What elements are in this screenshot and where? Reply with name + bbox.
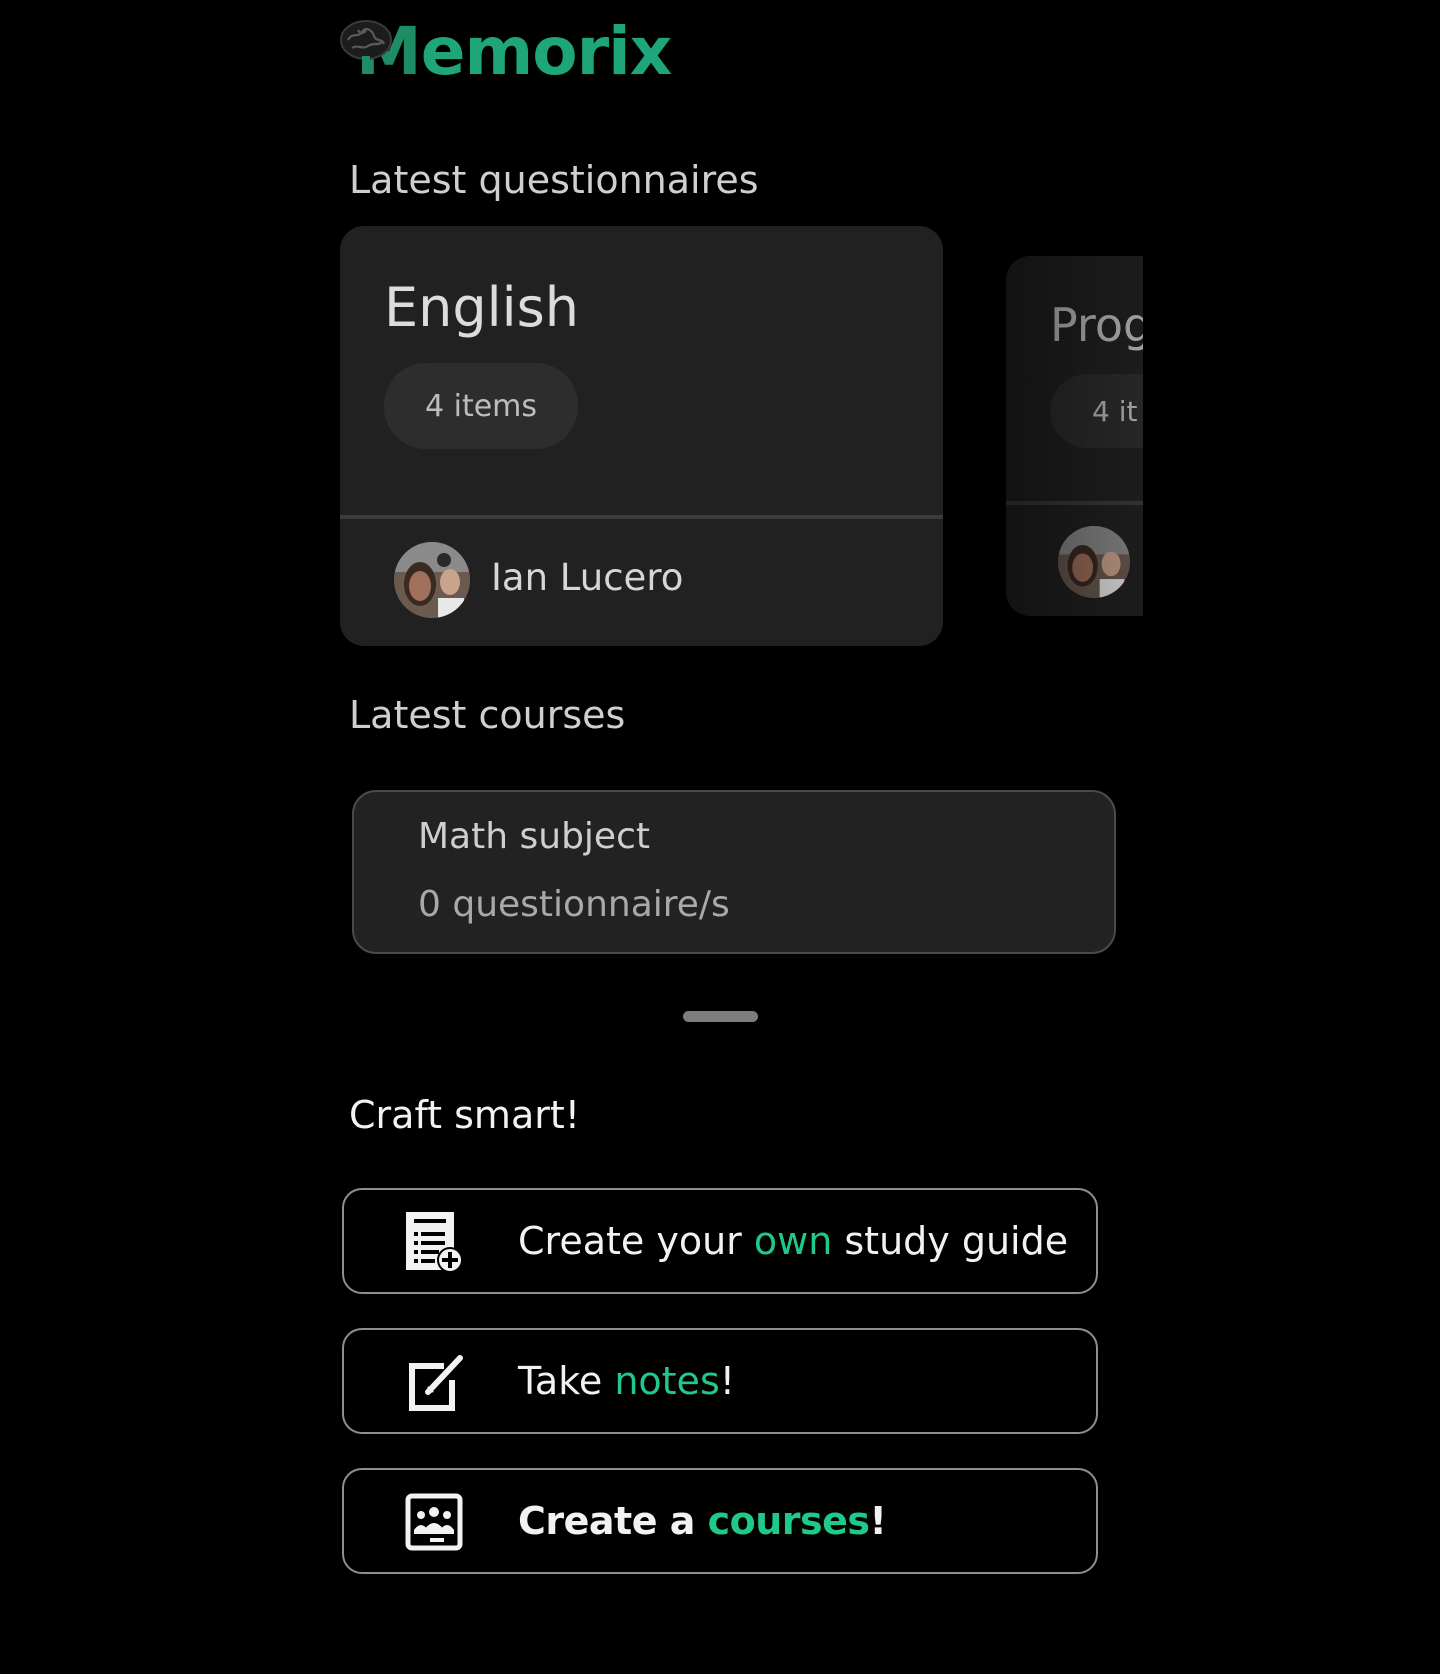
course-questionnaire-count: 0 questionnaire/s [418, 884, 730, 925]
bottom-sheet-drag-handle[interactable] [683, 1011, 758, 1022]
create-study-guide-button[interactable]: Create your own study guide [342, 1188, 1098, 1294]
create-course-label: Create a courses! [518, 1499, 887, 1543]
items-count-badge: 4 it [1050, 374, 1143, 448]
create-course-button[interactable]: Create a courses! [342, 1468, 1098, 1574]
questionnaire-card-prog[interactable]: Prog 4 it [1006, 256, 1143, 616]
avatar [394, 542, 470, 618]
edit-note-icon [409, 1355, 463, 1411]
card-divider [340, 515, 943, 519]
latest-courses-heading: Latest courses [349, 693, 626, 737]
course-card-math[interactable]: Math subject 0 questionnaire/s [352, 790, 1116, 954]
latest-questionnaires-heading: Latest questionnaires [349, 158, 759, 202]
take-notes-label: Take notes! [518, 1359, 735, 1403]
questionnaire-card-english[interactable]: English 4 items Ian Lucero [340, 226, 943, 646]
avatar [1058, 526, 1130, 598]
questionnaire-title: Prog [1050, 298, 1143, 352]
app-logo: Memorix [338, 13, 673, 90]
create-study-guide-label: Create your own study guide [518, 1219, 1069, 1263]
items-count-badge: 4 items [384, 363, 578, 449]
craft-smart-heading: Craft smart! [349, 1093, 580, 1137]
logo-wordmark: emorix [420, 13, 673, 90]
questionnaire-card-clip: Prog 4 it [1006, 256, 1143, 616]
document-add-icon [406, 1212, 463, 1273]
owner-name: Ian Lucero [491, 556, 684, 599]
card-divider [1006, 501, 1143, 505]
course-title: Math subject [418, 816, 650, 857]
take-notes-button[interactable]: Take notes! [342, 1328, 1098, 1434]
brain-icon [340, 20, 392, 68]
classroom-icon [405, 1493, 463, 1551]
questionnaire-title: English [384, 276, 579, 339]
